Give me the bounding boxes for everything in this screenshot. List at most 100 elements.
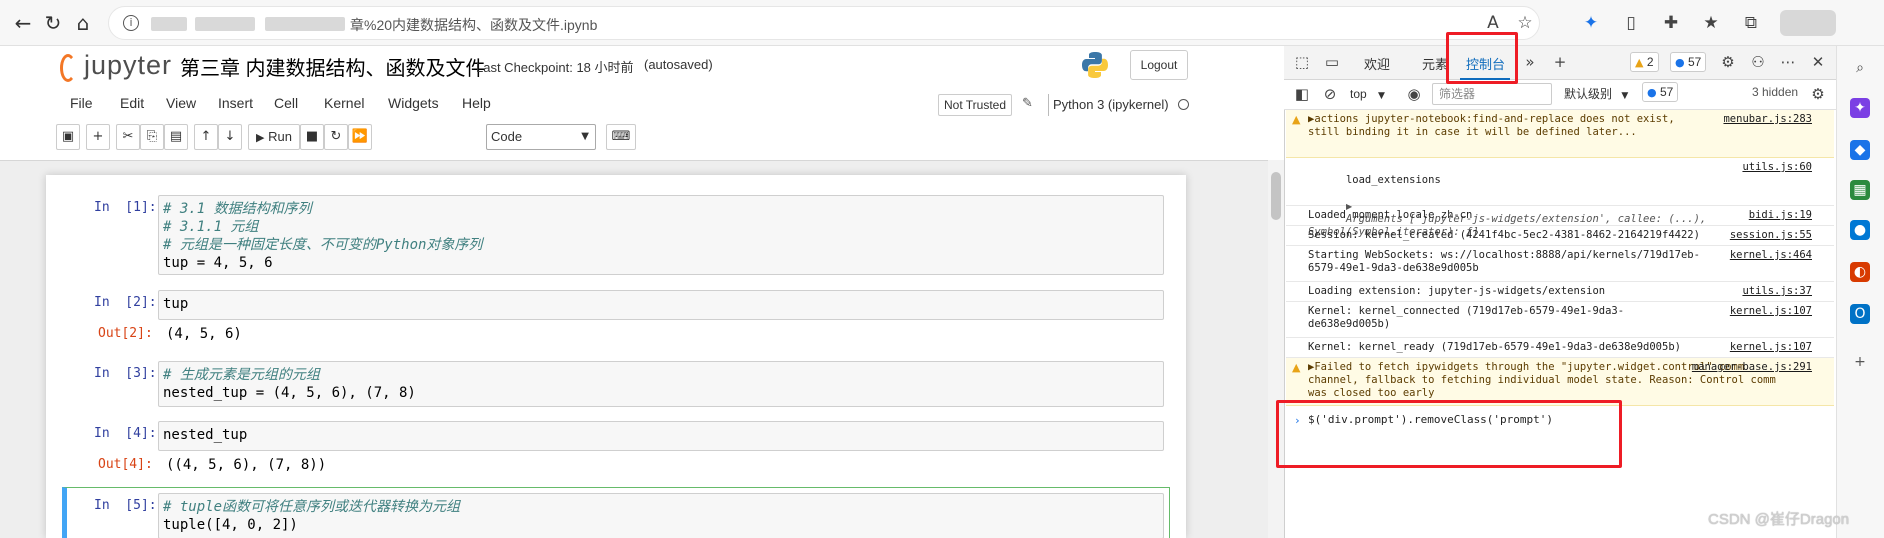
code-cell[interactable]: In [2]: tup Out[2]: (4, 5, 6) [62, 290, 1172, 344]
context-selector[interactable]: top ▼ [1350, 84, 1394, 104]
message-count-badge[interactable]: ● 57 [1670, 52, 1707, 72]
console-log-row[interactable]: Kernel: kernel_ready (719d17eb-6579-49e1… [1286, 338, 1834, 358]
clear-console-icon[interactable]: ⊘ [1320, 84, 1340, 104]
console-log-row[interactable]: Starting WebSockets: ws://localhost:8888… [1286, 246, 1834, 282]
tab-elements[interactable]: 元素 [1422, 54, 1448, 73]
notebook-title[interactable]: 第三章 内建数据结构、函数及文件 [180, 52, 486, 81]
cell-input[interactable]: tup [158, 290, 1164, 320]
read-aloud-icon[interactable]: A [1482, 12, 1504, 34]
cut-icon[interactable]: ✂ [116, 124, 140, 150]
profile-avatar[interactable] [1780, 10, 1836, 36]
levels-message-badge[interactable]: ● 57 [1642, 82, 1679, 102]
sidebar-toggle-icon[interactable]: ◧ [1292, 84, 1312, 104]
console-log-row[interactable]: Kernel: kernel_connected (719d17eb-6579-… [1286, 302, 1834, 338]
python-logo-icon [1082, 52, 1108, 78]
log-source-link[interactable]: kernel.js:107 [1730, 341, 1812, 354]
menu-insert[interactable]: Insert [218, 95, 253, 111]
log-source-link[interactable]: manager-base.js:291 [1692, 361, 1812, 374]
console-log-row[interactable]: Loaded moment locale zh-cn bidi.js:19 [1286, 206, 1834, 226]
cell-input[interactable]: # 生成元素是元组的元组 nested_tup = (4, 5, 6), (7,… [158, 361, 1164, 407]
url-text[interactable]: 章%20内建数据结构、函数及文件.ipynb [350, 15, 597, 35]
log-source-link[interactable]: kernel.js:464 [1730, 249, 1812, 262]
close-devtools-icon[interactable]: ✕ [1808, 52, 1828, 72]
log-source-link[interactable]: kernel.js:107 [1730, 305, 1812, 318]
code-cell[interactable]: In [3]: # 生成元素是元组的元组 nested_tup = (4, 5,… [62, 361, 1172, 407]
live-expression-eye-icon[interactable]: ◉ [1404, 84, 1424, 104]
copy-icon[interactable]: ⎘ [140, 124, 164, 150]
edit-mode-pencil-icon: ✎ [1022, 96, 1033, 111]
reading-list-icon[interactable]: ▯ [1620, 12, 1642, 34]
log-source-link[interactable]: bidi.js:19 [1749, 209, 1812, 222]
cell-input[interactable]: nested_tup [158, 421, 1164, 451]
log-message: Starting WebSockets: ws://localhost:8888… [1308, 249, 1700, 274]
copilot-icon[interactable]: ✦ [1850, 98, 1870, 118]
code-cell[interactable]: In [1]: # 3.1 数据结构和序列 # 3.1.1 元组 # 元组是一种… [62, 195, 1172, 277]
cell-input[interactable]: # 3.1 数据结构和序列 # 3.1.1 元组 # 元组是一种固定长度、不可变… [158, 195, 1164, 275]
more-tabs-icon[interactable]: » [1520, 52, 1540, 72]
restart-kernel-icon[interactable]: ↻ [324, 124, 348, 150]
paste-icon[interactable]: ▤ [164, 124, 188, 150]
favorites-icon[interactable]: ★ [1700, 12, 1722, 34]
more-options-icon[interactable]: ⋯ [1778, 52, 1798, 72]
notebook-scrollbar-thumb[interactable] [1271, 172, 1281, 220]
warning-count-badge[interactable]: ▲ 2 [1630, 52, 1659, 72]
log-source-link[interactable]: utils.js:37 [1742, 285, 1812, 298]
add-tab-icon[interactable]: + [1550, 52, 1570, 72]
outlook-icon[interactable]: O [1850, 304, 1870, 324]
favorite-add-icon[interactable]: ☆ [1514, 12, 1536, 34]
log-source-link[interactable]: session.js:55 [1730, 229, 1812, 242]
console-log-row[interactable]: Session: kernel_created (4241f4bc-5ec2-4… [1286, 226, 1834, 246]
not-trusted-indicator[interactable]: Not Trusted [938, 94, 1012, 116]
office-icon[interactable]: ◐ [1850, 262, 1870, 282]
input-prompt: In [2]: [94, 295, 157, 310]
inspect-element-icon[interactable]: ⬚ [1292, 52, 1312, 72]
search-icon[interactable]: ⌕ [1850, 58, 1870, 78]
save-icon[interactable]: ▣ [56, 124, 80, 150]
code-cell[interactable]: In [5]: # tuple函数可将任意序列或迭代器转换为元组 tuple([… [62, 493, 1172, 538]
interrupt-kernel-icon[interactable]: ■ [300, 124, 324, 150]
insert-cell-below-icon[interactable]: + [86, 124, 110, 150]
cell-input[interactable]: # tuple函数可将任意序列或迭代器转换为元组 tuple([4, 0, 2]… [158, 493, 1164, 538]
back-arrow-icon[interactable]: ← [12, 12, 34, 34]
move-up-icon[interactable]: ↑ [194, 124, 218, 150]
shopping-tag-icon[interactable]: ◆ [1850, 140, 1870, 160]
collections-icon[interactable]: ⧉ [1740, 12, 1762, 34]
cell-type-select[interactable]: Code ▼ [486, 124, 596, 150]
menu-view[interactable]: View [166, 95, 196, 111]
run-button[interactable]: ▶ Run [248, 124, 300, 150]
restart-run-all-icon[interactable]: ⏩ [348, 124, 372, 150]
jupyter-logo-text[interactable]: jupyter [84, 50, 172, 81]
address-bar[interactable]: i 章%20内建数据结构、函数及文件.ipynb [108, 6, 1540, 40]
code-cell[interactable]: In [4]: nested_tup Out[4]: ((4, 5, 6), (… [62, 421, 1172, 475]
console-settings-gear-icon[interactable]: ⚙ [1808, 84, 1828, 104]
console-log-row[interactable]: load_extensions ▶ Arguments ['jupyter-js… [1286, 158, 1834, 238]
console-warning-row[interactable]: ▲ ▶actions jupyter-notebook:find-and-rep… [1286, 110, 1834, 158]
tab-welcome[interactable]: 欢迎 [1364, 54, 1390, 73]
console-warning-row[interactable]: ▲ ▶Failed to fetch ipywidgets through th… [1286, 358, 1834, 406]
log-source-link[interactable]: utils.js:60 [1742, 161, 1812, 174]
menu-kernel[interactable]: Kernel [324, 95, 364, 111]
menu-file[interactable]: File [70, 95, 93, 111]
tools-icon[interactable]: ▦ [1850, 180, 1870, 200]
settings-gear-icon[interactable]: ⚙ [1718, 52, 1738, 72]
logout-button[interactable]: Logout [1130, 50, 1188, 80]
menu-cell[interactable]: Cell [274, 95, 298, 111]
home-icon[interactable]: ⌂ [72, 12, 94, 34]
console-filter-input[interactable]: 筛选器 [1432, 83, 1552, 105]
menu-edit[interactable]: Edit [120, 95, 144, 111]
site-info-icon[interactable]: i [123, 15, 139, 31]
refresh-icon[interactable]: ↻ [42, 12, 64, 34]
games-icon[interactable]: ● [1850, 220, 1870, 240]
add-sidebar-app-icon[interactable]: + [1850, 352, 1870, 372]
log-levels-dropdown[interactable]: 默认级别 ▼ [1564, 85, 1628, 102]
move-down-icon[interactable]: ↓ [218, 124, 242, 150]
command-palette-keyboard-icon[interactable]: ⌨ [606, 124, 636, 150]
device-emulation-icon[interactable]: ▭ [1322, 52, 1342, 72]
extension-icon[interactable]: ✦ [1580, 12, 1602, 34]
menu-widgets[interactable]: Widgets [388, 95, 439, 111]
extensions-icon[interactable]: ✚ [1660, 12, 1682, 34]
console-log-row[interactable]: Loading extension: jupyter-js-widgets/ex… [1286, 282, 1834, 302]
menu-help[interactable]: Help [462, 95, 491, 111]
log-source-link[interactable]: menubar.js:283 [1723, 113, 1812, 126]
feedback-icon[interactable]: ⚇ [1748, 52, 1768, 72]
